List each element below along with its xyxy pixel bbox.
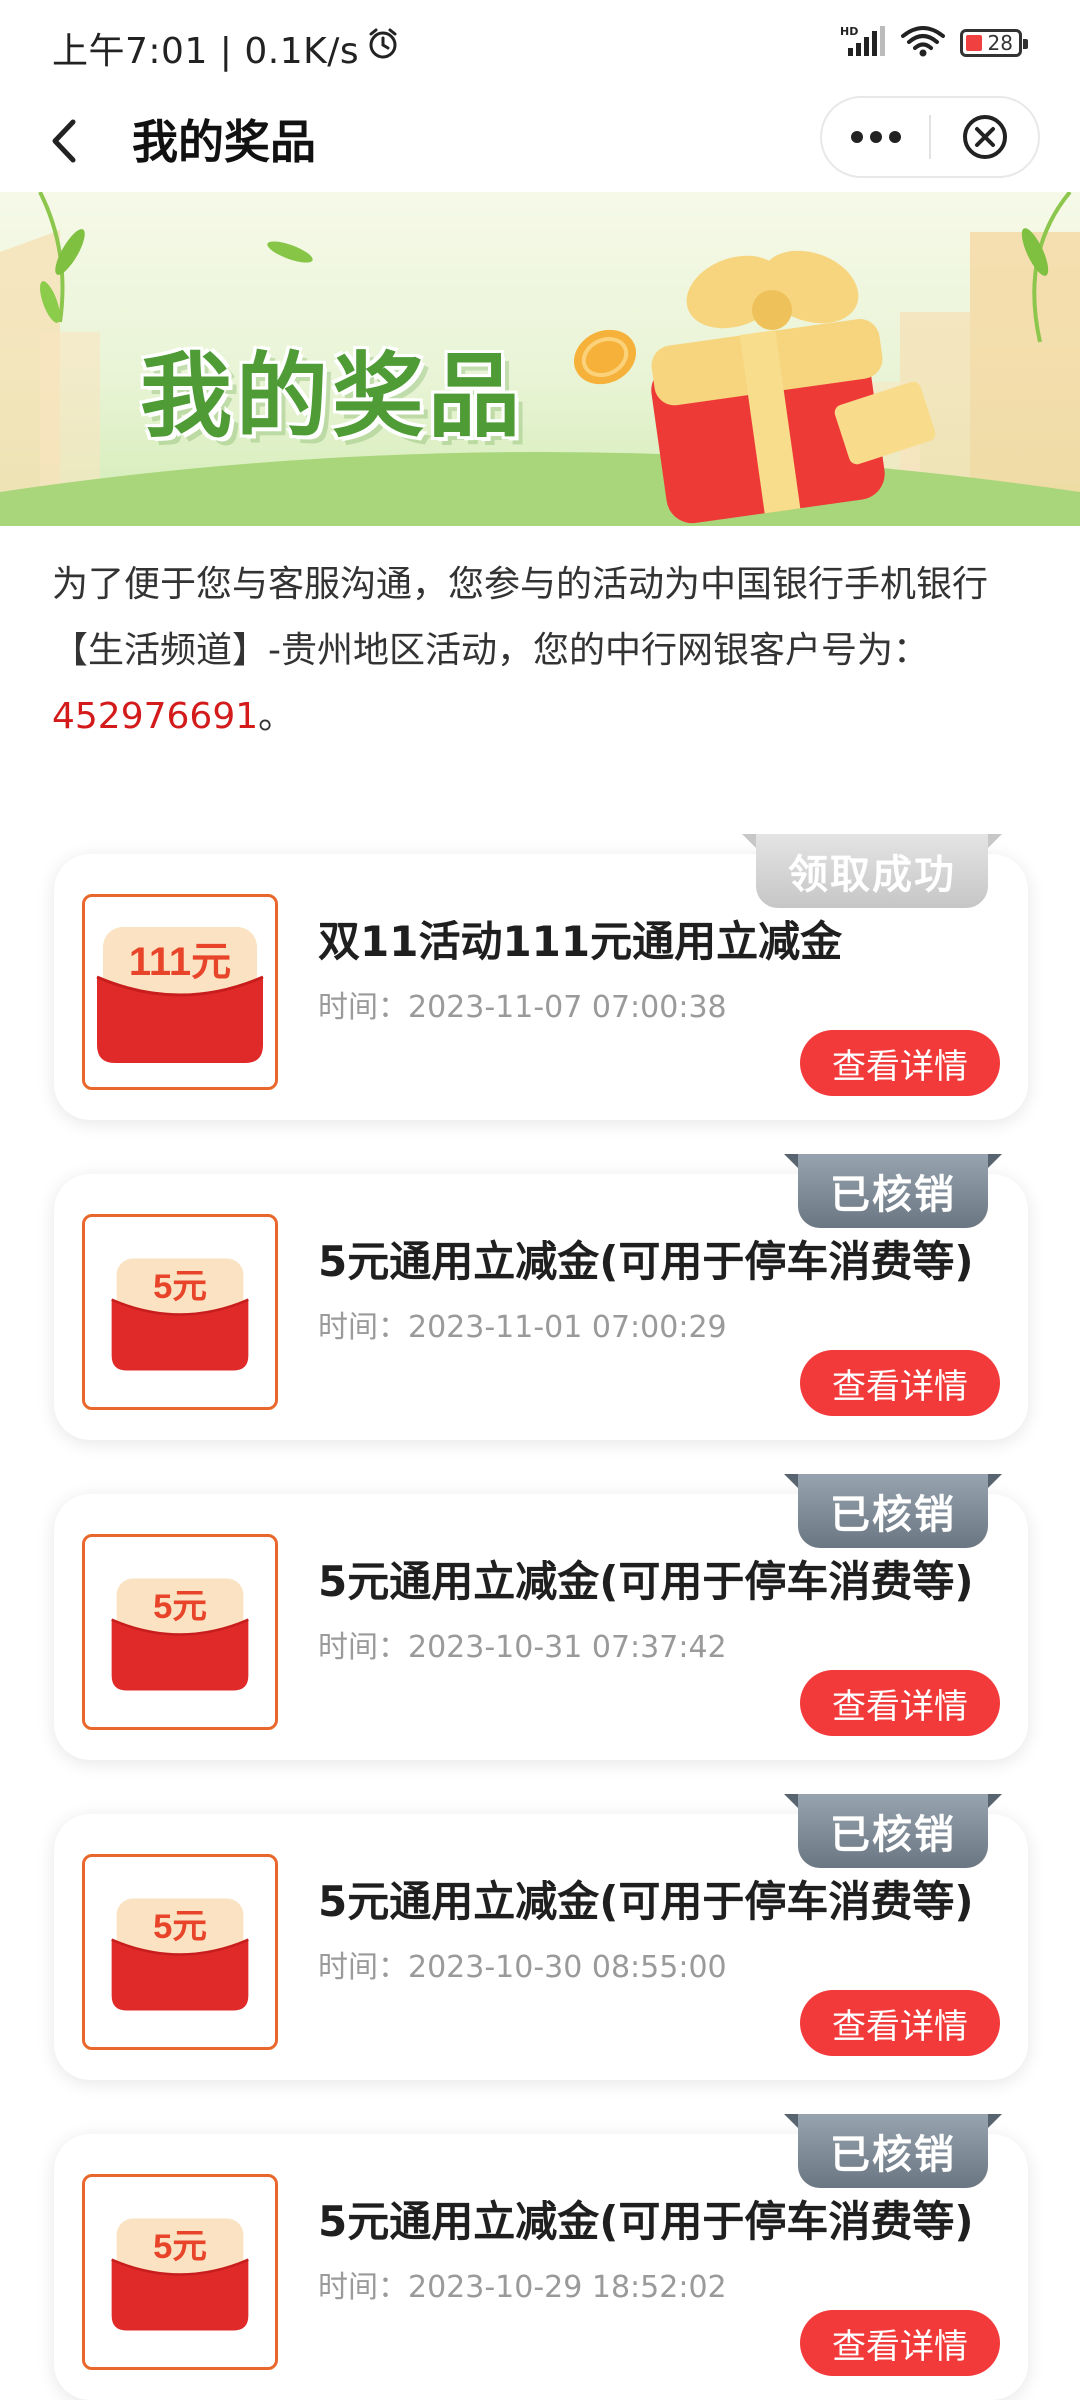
prize-time: 时间：2023-11-07 07:00:38 [318,990,727,1025]
prize-status-badge: 已核销 [784,1154,1002,1228]
prize-card: 领取成功 111元 双11活动111元通用立减金 时间：2023-11-07 0… [54,834,1028,1120]
more-button[interactable] [822,98,929,176]
prize-card: 已核销 5元 5元通用立减金(可用于停车消费等) 时间：2023-11-01 0… [54,1154,1028,1440]
red-envelope-icon: 111元 [96,927,264,1063]
prize-status-badge: 已核销 [784,1794,1002,1868]
prize-thumbnail: 5元 [82,2174,278,2370]
activity-info: 为了便于您与客服沟通，您参与的活动为中国银行手机银行【生活频道】-贵州地区活动，… [52,552,1032,750]
view-details-button[interactable]: 查看详情 [800,1990,1000,2056]
prize-time: 时间：2023-10-30 08:55:00 [318,1950,727,1985]
status-time-speed: 上午7:01 | 0.1K/s [52,31,360,72]
battery-icon: 28 [960,29,1028,57]
red-envelope-icon: 5元 [111,1578,249,1691]
prize-name: 5元通用立减金(可用于停车消费等) [318,2197,974,2246]
nav-bar: 我的奖品 [0,92,1080,192]
prize-card: 已核销 5元 5元通用立减金(可用于停车消费等) 时间：2023-10-31 0… [54,1474,1028,1760]
customer-account-number: 452976691 [52,696,259,737]
prize-name: 双11活动111元通用立减金 [318,917,843,966]
prize-name: 5元通用立减金(可用于停车消费等) [318,1877,974,1926]
miniapp-capsule [820,96,1040,178]
prize-thumb-label: 5元 [153,2228,207,2266]
more-dots-icon [850,131,901,143]
red-envelope-icon: 5元 [111,2218,249,2331]
banner-title: 我的奖品 [140,343,525,450]
prize-card: 已核销 5元 5元通用立减金(可用于停车消费等) 时间：2023-10-30 0… [54,1794,1028,2080]
prize-banner: 我的奖品 [0,192,1080,526]
prize-thumb-label: 5元 [153,1268,207,1306]
activity-info-text: 为了便于您与客服沟通，您参与的活动为中国银行手机银行【生活频道】-贵州地区活动，… [52,564,989,671]
prize-thumbnail: 5元 [82,1214,278,1410]
prize-name: 5元通用立减金(可用于停车消费等) [318,1557,974,1606]
prize-thumbnail: 5元 [82,1854,278,2050]
prize-time: 时间：2023-10-31 07:37:42 [318,1630,727,1665]
close-button[interactable] [931,98,1038,176]
prize-status-badge: 已核销 [784,2114,1002,2188]
cellular-signal-icon: HD [840,24,886,62]
red-envelope-icon: 5元 [111,1898,249,2011]
status-left: 上午7:01 | 0.1K/s [52,22,401,74]
red-envelope-icon: 5元 [111,1258,249,1371]
prize-thumb-label: 5元 [153,1908,207,1946]
view-details-button[interactable]: 查看详情 [800,1350,1000,1416]
info-suffix: 。 [258,696,295,737]
view-details-button[interactable]: 查看详情 [800,1670,1000,1736]
view-details-button[interactable]: 查看详情 [800,2310,1000,2376]
page-title: 我的奖品 [132,115,316,169]
prize-status-badge: 领取成功 [742,834,1002,908]
prize-status-badge: 已核销 [784,1474,1002,1548]
prize-time: 时间：2023-10-29 18:52:02 [318,2270,727,2305]
view-details-button[interactable]: 查看详情 [800,1030,1000,1096]
battery-level: 28 [987,31,1013,55]
wifi-icon [900,24,946,62]
status-right: HD 28 [840,24,1028,62]
prize-thumbnail: 111元 [82,894,278,1090]
prize-card: 已核销 5元 5元通用立减金(可用于停车消费等) 时间：2023-10-29 1… [54,2114,1028,2400]
hd-label: HD [840,25,858,38]
close-circle-icon [962,115,1007,159]
prize-thumbnail: 5元 [82,1534,278,1730]
prize-thumb-label: 111元 [129,940,231,984]
prize-time: 时间：2023-11-01 07:00:29 [318,1310,727,1345]
back-button[interactable] [30,106,100,176]
alarm-icon [365,26,401,71]
chevron-left-icon [52,119,76,163]
prize-thumb-label: 5元 [153,1588,207,1626]
status-bar: 上午7:01 | 0.1K/s HD 28 [0,0,1080,92]
prize-name: 5元通用立减金(可用于停车消费等) [318,1237,974,1286]
